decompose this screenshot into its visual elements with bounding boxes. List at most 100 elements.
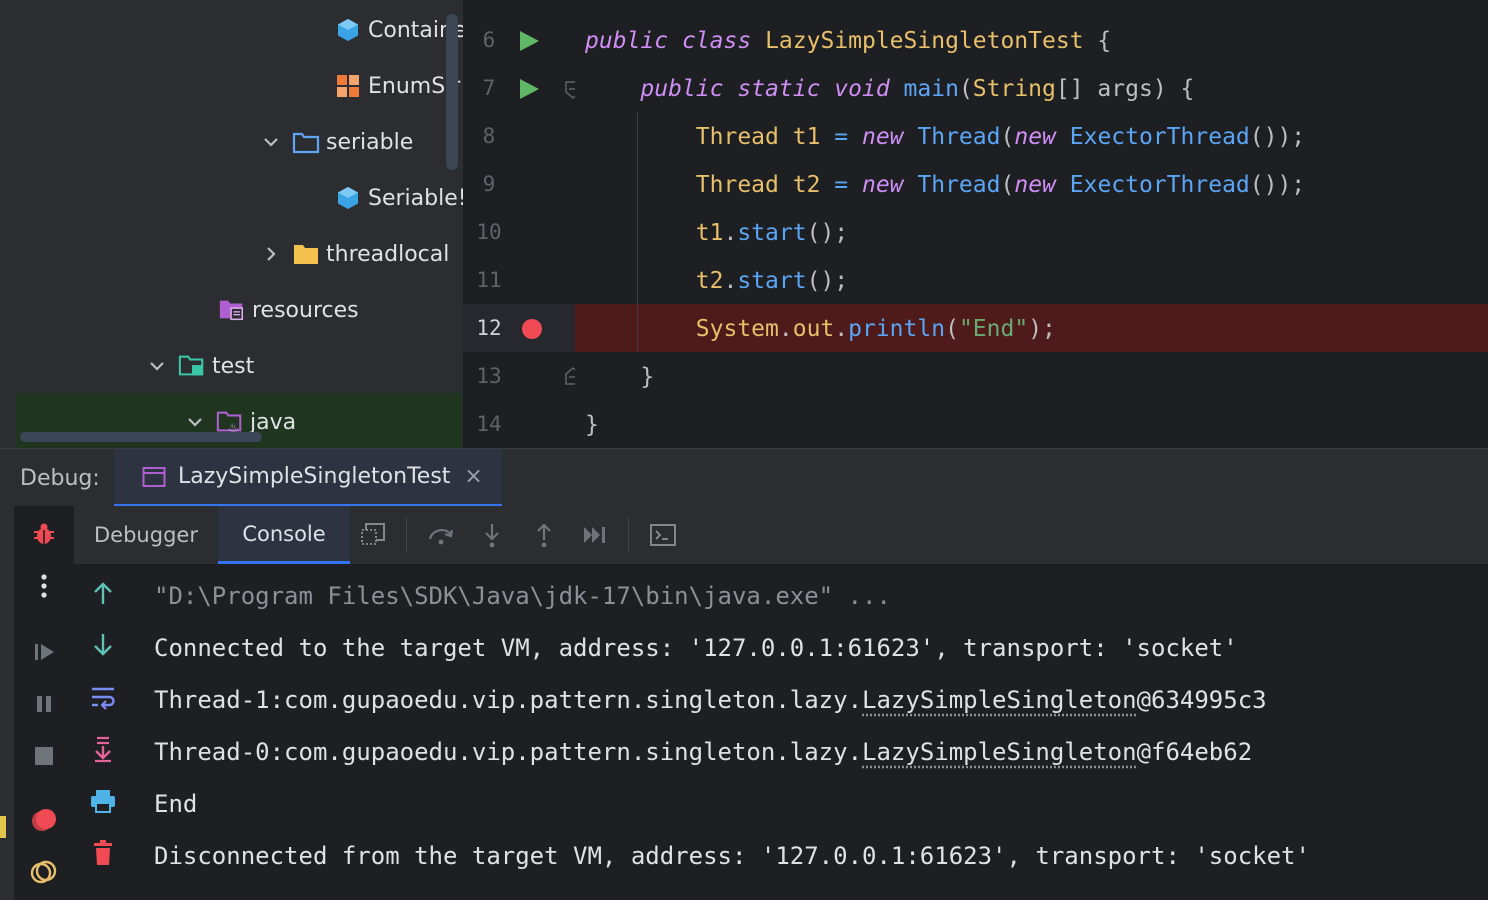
tab-console[interactable]: Console <box>218 506 350 564</box>
tree-item-containe[interactable]: Containe <box>334 10 463 50</box>
code-line: System. out. println("End"); <box>585 305 1056 353</box>
chevron-right-icon[interactable] <box>258 234 284 274</box>
code-line: Thread t1 = new Thread(new ExectorThread… <box>585 113 1305 161</box>
tree-item-seriable[interactable]: seriable <box>258 122 413 162</box>
more-options-icon[interactable] <box>30 572 58 600</box>
code-token: out <box>792 316 835 342</box>
run-to-cursor-icon[interactable] <box>580 520 610 550</box>
arrow-up-icon[interactable] <box>88 578 118 608</box>
code-token: . <box>834 316 849 342</box>
view-breakpoints-icon[interactable] <box>30 806 58 834</box>
console-line: End <box>154 778 197 830</box>
line-number: 14 <box>476 412 502 436</box>
scroll-to-end-icon[interactable] <box>88 734 118 764</box>
terminal-icon[interactable] <box>648 520 678 550</box>
debug-tool-window-header: Debug: LazySimpleSingletonTest × <box>0 448 1488 507</box>
tree-item-seriable-class[interactable]: Seriable! <box>334 178 463 218</box>
close-icon[interactable]: × <box>464 464 482 489</box>
code-line: } <box>585 353 654 401</box>
tree-item-label: threadlocal <box>326 241 450 267</box>
code-token: start <box>737 268 807 294</box>
class-link[interactable]: LazySimpleSingleton <box>862 738 1137 766</box>
code-token: t2 <box>585 268 724 294</box>
console-text: Thread-1:com.gupaoedu.vip.pattern.single… <box>154 686 863 714</box>
stop-icon[interactable] <box>30 742 58 770</box>
run-class-icon[interactable] <box>517 29 541 53</box>
console-line: Disconnected from the target VM, address… <box>154 830 1310 882</box>
step-out-icon[interactable] <box>529 520 559 550</box>
class-icon <box>334 184 362 212</box>
tree-item-threadlocal[interactable]: threadlocal <box>258 234 449 274</box>
console-text: @634995c3 <box>1136 686 1267 714</box>
console-output[interactable]: "D:\Program Files\SDK\Java\jdk-17\bin\ja… <box>154 564 1488 900</box>
code-token: Thread <box>917 172 1001 198</box>
code-token: = <box>820 172 862 198</box>
code-token: Thread <box>585 124 779 150</box>
print-icon[interactable] <box>88 786 118 816</box>
code-token: ); <box>1028 316 1056 342</box>
code-editor[interactable]: public class LazySimpleSingletonTest { p… <box>575 0 1488 448</box>
code-line: Thread t2 = new Thread(new ExectorThread… <box>585 161 1305 209</box>
bug-icon[interactable] <box>30 520 58 548</box>
console-line: Connected to the target VM, address: '12… <box>154 622 1238 674</box>
class-icon <box>334 16 362 44</box>
code-token: System <box>585 316 779 342</box>
line-number: 9 <box>482 172 496 196</box>
tree-item-test[interactable]: test <box>144 346 254 386</box>
code-token: t1 <box>585 220 724 246</box>
tree-horizontal-scrollbar[interactable] <box>20 432 262 442</box>
code-token: Thread <box>917 124 1001 150</box>
class-link[interactable]: LazySimpleSingleton <box>862 686 1137 714</box>
debug-session-tab[interactable]: LazySimpleSingletonTest × <box>114 449 502 507</box>
code-token: "End" <box>958 316 1029 342</box>
code-token: ()); <box>1249 172 1306 198</box>
line-number: 6 <box>482 28 496 52</box>
code-line: t2. start (); <box>585 257 848 305</box>
tree-item-label: test <box>212 353 255 379</box>
tab-debugger[interactable]: Debugger <box>74 506 218 564</box>
soft-wrap-icon[interactable] <box>88 682 118 712</box>
code-token: . <box>723 268 738 294</box>
step-into-icon[interactable] <box>477 520 507 550</box>
code-token: public <box>585 76 724 102</box>
pause-icon[interactable] <box>30 690 58 718</box>
run-main-icon[interactable] <box>517 77 541 101</box>
layout-settings-icon[interactable] <box>358 520 388 550</box>
code-token: t2 <box>792 172 821 198</box>
code-token: class <box>681 28 752 54</box>
test-folder-icon <box>178 352 206 380</box>
console-text: Thread-0:com.gupaoedu.vip.pattern.single… <box>154 738 863 766</box>
code-token: String <box>972 76 1056 102</box>
breakpoint-icon[interactable] <box>522 319 542 339</box>
chevron-down-icon[interactable] <box>144 346 170 386</box>
code-token: ( <box>958 76 973 102</box>
trash-icon[interactable] <box>88 838 118 868</box>
chevron-down-icon[interactable] <box>258 122 284 162</box>
debug-tab-title: LazySimpleSingletonTest <box>178 464 451 489</box>
console-text: @f64eb62 <box>1136 738 1253 766</box>
step-over-icon[interactable] <box>426 520 456 550</box>
mute-breakpoints-icon[interactable] <box>30 858 58 886</box>
tree-vertical-scrollbar[interactable] <box>446 14 458 170</box>
code-token: } <box>585 412 599 438</box>
code-token: . <box>778 316 793 342</box>
debug-sub-toolbar: Debugger Console <box>74 506 1488 564</box>
tree-item-resources[interactable]: resources <box>218 290 359 330</box>
resume-program-icon[interactable] <box>30 638 58 666</box>
editor-gutter: 6 7 8 9 10 11 12 13 14 <box>463 0 581 448</box>
tree-item-enum[interactable]: EnumSir <box>334 66 460 106</box>
code-token: ( <box>1000 124 1015 150</box>
arrow-down-icon[interactable] <box>88 630 118 660</box>
console-text: Disconnected from the target VM, address… <box>154 842 1310 870</box>
structure-marker[interactable] <box>0 816 6 838</box>
tree-item-label: resources <box>252 297 359 323</box>
toolbar-separator <box>628 518 629 552</box>
